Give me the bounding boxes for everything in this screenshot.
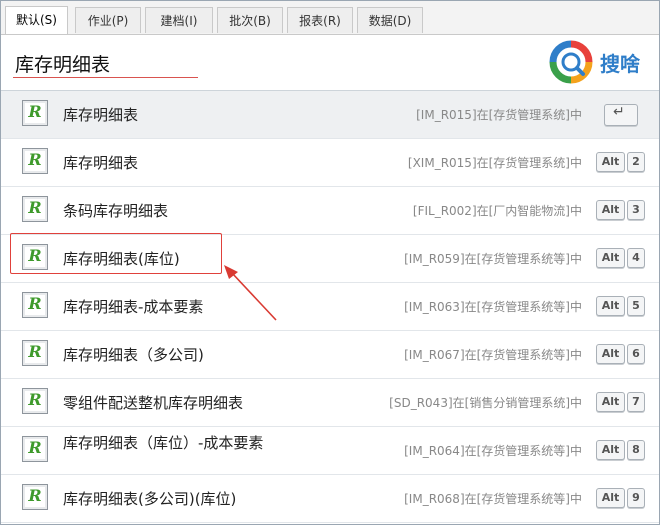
result-source: [SD_R043]在[销售分销管理系统]中 (389, 396, 582, 410)
report-icon: R (22, 484, 48, 510)
tab-operation[interactable]: 作业(P) (75, 7, 141, 33)
tab-report[interactable]: 报表(R) (287, 7, 353, 33)
search-input[interactable] (13, 49, 198, 78)
result-row[interactable]: R 库存明细表(多公司)(库位) [IM_R068]在[存货管理系统等]中 Al… (1, 475, 659, 523)
result-source: [IM_R015]在[存货管理系统]中 (416, 108, 582, 122)
result-source: [IM_R064]在[存货管理系统等]中 (404, 444, 582, 458)
number-key: 7 (627, 392, 645, 412)
alt-key: Alt (596, 152, 625, 172)
result-source: [IM_R063]在[存货管理系统等]中 (404, 300, 582, 314)
report-icon: R (22, 340, 48, 366)
result-list: R 库存明细表 [IM_R015]在[存货管理系统]中 ↵ R 库存明细表 [X… (1, 91, 659, 523)
report-icon: R (22, 292, 48, 318)
report-icon: R (22, 388, 48, 414)
alt-key: Alt (596, 296, 625, 316)
result-title: 库存明细表 (63, 106, 139, 124)
result-row[interactable]: R 库存明细表 [XIM_R015]在[存货管理系统]中 Alt 2 (1, 139, 659, 187)
result-row[interactable]: R 库存明细表（库位）-成本要素 [IM_R064]在[存货管理系统等]中 Al… (1, 427, 659, 475)
alt-key: Alt (596, 200, 625, 220)
number-key: 2 (627, 152, 645, 172)
alt-key: Alt (596, 488, 625, 508)
alt-key: Alt (596, 440, 625, 460)
search-window: 默认(S) 作业(P) 建档(I) 批次(B) 报表(R) 数据(D) 搜啥 R… (0, 0, 660, 525)
result-title: 库存明细表（库位）-成本要素 (63, 434, 264, 452)
tab-batch[interactable]: 批次(B) (217, 7, 283, 33)
report-icon: R (22, 148, 48, 174)
result-row[interactable]: R 条码库存明细表 [FIL_R002]在[厂内智能物流]中 Alt 3 (1, 187, 659, 235)
result-title: 库存明细表-成本要素 (63, 298, 204, 316)
result-row[interactable]: R 库存明细表-成本要素 [IM_R063]在[存货管理系统等]中 Alt 5 (1, 283, 659, 331)
result-row[interactable]: R 库存明细表 [IM_R015]在[存货管理系统]中 ↵ (1, 91, 659, 139)
report-icon: R (22, 436, 48, 462)
result-title: 库存明细表（多公司) (63, 346, 204, 364)
tab-data[interactable]: 数据(D) (357, 7, 423, 33)
alt-key: Alt (596, 392, 625, 412)
enter-icon: ↵ (613, 104, 625, 120)
number-key: 4 (627, 248, 645, 268)
report-icon: R (22, 196, 48, 222)
number-key: 5 (627, 296, 645, 316)
tab-default[interactable]: 默认(S) (5, 6, 68, 34)
result-source: [FIL_R002]在[厂内智能物流]中 (412, 204, 582, 218)
result-source: [XIM_R015]在[存货管理系统]中 (407, 156, 582, 170)
result-row[interactable]: R 零组件配送整机库存明细表 [SD_R043]在[销售分销管理系统]中 Alt… (1, 379, 659, 427)
enter-key-hint: ↵ (604, 104, 638, 126)
brand-logo: 搜啥 (549, 40, 649, 84)
result-title: 库存明细表(多公司)(库位) (63, 490, 237, 508)
result-source: [IM_R059]在[存货管理系统等]中 (404, 252, 582, 266)
search-area: 搜啥 (1, 35, 659, 90)
tab-bar: 默认(S) 作业(P) 建档(I) 批次(B) 报表(R) 数据(D) (1, 1, 659, 35)
number-key: 8 (627, 440, 645, 460)
highlight-box (10, 233, 222, 274)
report-icon: R (22, 100, 48, 126)
result-source: [IM_R068]在[存货管理系统等]中 (404, 492, 582, 506)
brand-text: 搜啥 (600, 52, 640, 76)
result-title: 库存明细表 (63, 154, 139, 172)
result-source: [IM_R067]在[存货管理系统等]中 (404, 348, 582, 362)
result-title: 条码库存明细表 (63, 202, 169, 220)
alt-key: Alt (596, 248, 625, 268)
number-key: 3 (627, 200, 645, 220)
result-title: 零组件配送整机库存明细表 (63, 394, 244, 412)
number-key: 6 (627, 344, 645, 364)
result-row[interactable]: R 库存明细表（多公司) [IM_R067]在[存货管理系统等]中 Alt 6 (1, 331, 659, 379)
number-key: 9 (627, 488, 645, 508)
tab-archive[interactable]: 建档(I) (145, 7, 213, 33)
magnifier-logo-icon (549, 40, 593, 84)
alt-key: Alt (596, 344, 625, 364)
